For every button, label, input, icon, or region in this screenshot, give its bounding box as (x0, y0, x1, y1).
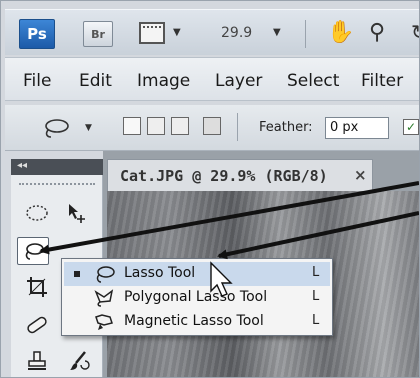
photoshop-window: Ps Br ▼ 29.9 ▼ ✋ ⚲ ↻ File Edit Image Lay… (0, 0, 420, 378)
panel-grip[interactable] (19, 183, 95, 189)
elliptical-marquee-icon (26, 205, 48, 221)
history-brush-icon (70, 351, 90, 370)
history-brush-tool-button[interactable] (63, 347, 95, 375)
flyout-item-label: Magnetic Lasso Tool (124, 313, 264, 329)
flyout-item-label: Lasso Tool (124, 265, 196, 281)
photoshop-logo-button[interactable]: Ps (19, 19, 55, 49)
document-tab[interactable]: Cat.JPG @ 29.9% (RGB/8) × (107, 159, 373, 191)
flyout-item-shortcut: L (312, 265, 320, 280)
flyout-item-magnetic-lasso[interactable]: Magnetic Lasso Tool L (64, 310, 330, 334)
marquee-tool-button[interactable] (21, 199, 53, 227)
flyout-item-shortcut: L (312, 313, 320, 328)
add-to-selection-icon[interactable] (147, 117, 165, 135)
menu-file[interactable]: File (23, 71, 51, 91)
menu-layer[interactable]: Layer (215, 71, 262, 91)
tool-preset-dropdown-icon[interactable]: ▼ (85, 123, 92, 133)
magnetic-lasso-icon (95, 314, 113, 330)
hand-tool-icon[interactable]: ✋ (327, 20, 354, 45)
menu-bar: File Edit Image Layer Select Filter (5, 57, 419, 101)
stamp-icon (28, 351, 46, 370)
lasso-icon (96, 266, 115, 283)
menu-edit[interactable]: Edit (79, 71, 112, 91)
flyout-item-shortcut: L (312, 289, 320, 304)
application-bar: Ps Br ▼ 29.9 ▼ ✋ ⚲ ↻ (5, 9, 419, 55)
intersect-selection-icon[interactable] (203, 117, 221, 135)
new-selection-icon[interactable] (123, 117, 141, 135)
tool-preset-lasso-icon[interactable] (39, 117, 71, 139)
crop-tool-button[interactable] (21, 273, 53, 301)
divider (237, 113, 238, 141)
bridge-button[interactable]: Br (83, 21, 113, 47)
collapse-icon[interactable]: ◂◂ (17, 160, 27, 171)
menu-image[interactable]: Image (137, 71, 190, 91)
healing-brush-tool-button[interactable] (21, 311, 53, 339)
lasso-tool-button[interactable] (17, 237, 49, 265)
move-tool-icon (69, 204, 85, 223)
zoom-tool-icon[interactable]: ⚲ (369, 20, 385, 45)
zoom-level[interactable]: 29.9 (221, 25, 252, 41)
lasso-tool-flyout: Lasso Tool L Polygonal Lasso Tool L Magn… (61, 258, 333, 336)
feather-input[interactable]: 0 px (325, 117, 389, 139)
menu-select[interactable]: Select (287, 71, 339, 91)
feather-label: Feather: (259, 120, 313, 135)
bandage-icon (27, 316, 47, 334)
chevron-down-icon[interactable]: ▼ (173, 27, 181, 38)
subtract-from-selection-icon[interactable] (171, 117, 189, 135)
polygonal-lasso-icon (94, 289, 114, 307)
anti-alias-checkbox[interactable]: ✓ (403, 119, 419, 135)
zoom-dropdown-icon[interactable]: ▼ (273, 27, 281, 38)
film-strip-icon[interactable] (139, 22, 165, 44)
close-icon[interactable]: × (354, 166, 367, 184)
lasso-icon (25, 243, 44, 260)
flyout-item-polygonal-lasso[interactable]: Polygonal Lasso Tool L (64, 286, 330, 310)
crop-icon (27, 277, 47, 297)
divider (305, 20, 306, 48)
options-bar: ▼ Feather: 0 px ✓ (5, 105, 419, 151)
current-tool-marker (74, 271, 80, 277)
move-tool-button[interactable] (61, 199, 93, 227)
rotate-view-icon[interactable]: ↻ (411, 20, 419, 44)
document-tab-title: Cat.JPG @ 29.9% (RGB/8) (120, 167, 328, 185)
clone-stamp-tool-button[interactable] (21, 347, 53, 375)
menu-filter[interactable]: Filter (361, 71, 403, 91)
flyout-item-lasso[interactable]: Lasso Tool L (64, 262, 330, 286)
tools-panel-header[interactable]: ◂◂ (11, 159, 103, 175)
flyout-item-label: Polygonal Lasso Tool (124, 289, 268, 305)
